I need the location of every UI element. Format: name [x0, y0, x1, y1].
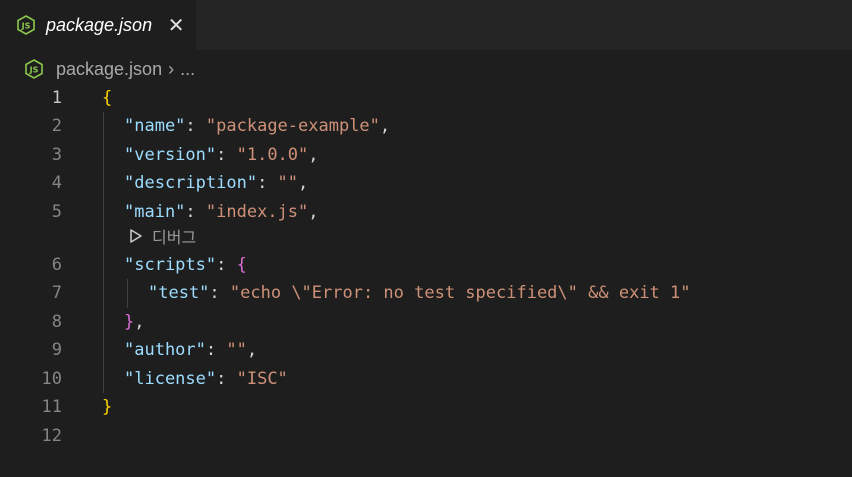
json-key: "author" [124, 340, 206, 360]
debug-codelens-label: 디버그 [152, 228, 197, 247]
play-icon [130, 229, 142, 243]
line-number: 12 [41, 426, 62, 446]
code-editor[interactable]: 1 2 3 4 5 6 7 8 9 10 11 12 { "name": "pa… [0, 84, 852, 477]
open-brace: { [102, 88, 113, 108]
colon: : [216, 369, 237, 389]
colon: : [209, 283, 230, 303]
json-string: "index.js" [205, 202, 309, 222]
code-line-4: "description": "", [124, 169, 308, 197]
code-line-7: "test": "echo \"Error: no test specified… [148, 279, 690, 307]
comma: , [298, 173, 309, 193]
json-key: "license" [124, 369, 217, 389]
close-icon[interactable]: ✕ [166, 15, 186, 35]
line-number: 4 [51, 173, 62, 193]
json-key: "description" [124, 173, 258, 193]
tab-package-json[interactable]: JS package.json ✕ [0, 0, 196, 50]
colon: : [216, 255, 237, 275]
code-line-9: "author": "", [124, 336, 257, 364]
comma: , [246, 340, 258, 360]
chevron-right-icon: › [168, 58, 175, 79]
tab-bar: JS package.json ✕ [0, 0, 852, 50]
colon: : [257, 173, 278, 193]
debug-codelens[interactable]: 디버그 [128, 224, 196, 248]
line-number: 2 [51, 116, 62, 136]
open-brace: { [236, 255, 247, 275]
colon: : [185, 202, 206, 222]
code-line-5: "main": "index.js", [124, 198, 319, 226]
indent-guide [103, 112, 104, 393]
json-string: "" [277, 173, 299, 193]
breadcrumb: JS package.json › ... [24, 56, 195, 82]
breadcrumb-file[interactable]: package.json [56, 59, 162, 80]
close-brace: } [124, 312, 135, 332]
colon: : [185, 116, 206, 136]
line-number: 11 [41, 397, 62, 417]
comma: , [134, 312, 145, 332]
code-line-8: }, [124, 308, 145, 336]
code-line-3: "version": "1.0.0", [124, 141, 319, 169]
json-string: "package-example" [205, 116, 380, 136]
line-number: 5 [51, 202, 62, 222]
json-string: "1.0.0" [236, 145, 309, 165]
breadcrumb-ellipsis[interactable]: ... [180, 59, 195, 80]
json-key: "name" [124, 116, 186, 136]
svg-text:JS: JS [21, 22, 31, 31]
line-number: 7 [51, 283, 62, 303]
colon: : [216, 145, 237, 165]
line-number: 1 [51, 88, 62, 108]
code-line-1: { [102, 84, 112, 112]
json-key: "scripts" [124, 255, 217, 275]
tab-title: package.json [46, 14, 153, 35]
colon: : [205, 340, 227, 360]
line-number: 10 [41, 369, 62, 389]
json-key: "test" [148, 283, 210, 303]
json-key: "version" [124, 145, 217, 165]
line-number: 8 [51, 312, 62, 332]
code-line-11: } [102, 393, 112, 421]
nodejs-icon: JS [25, 59, 43, 79]
line-number: 3 [51, 145, 62, 165]
comma: , [379, 116, 391, 136]
json-string: "ISC" [236, 369, 288, 389]
comma: , [308, 145, 319, 165]
json-string: "" [226, 340, 247, 360]
code-line-10: "license": "ISC" [124, 365, 288, 393]
close-brace: } [102, 397, 113, 417]
json-string: "echo \"Error: no test specified\" && ex… [229, 283, 691, 303]
line-number: 6 [51, 255, 62, 275]
nodejs-icon: JS [17, 15, 35, 35]
indent-guide [127, 279, 128, 308]
comma: , [308, 202, 319, 222]
svg-text:JS: JS [29, 66, 39, 75]
line-number: 9 [51, 340, 62, 360]
code-line-6: "scripts": { [124, 251, 247, 279]
code-line-2: "name": "package-example", [124, 112, 390, 140]
json-key: "main" [124, 202, 186, 222]
